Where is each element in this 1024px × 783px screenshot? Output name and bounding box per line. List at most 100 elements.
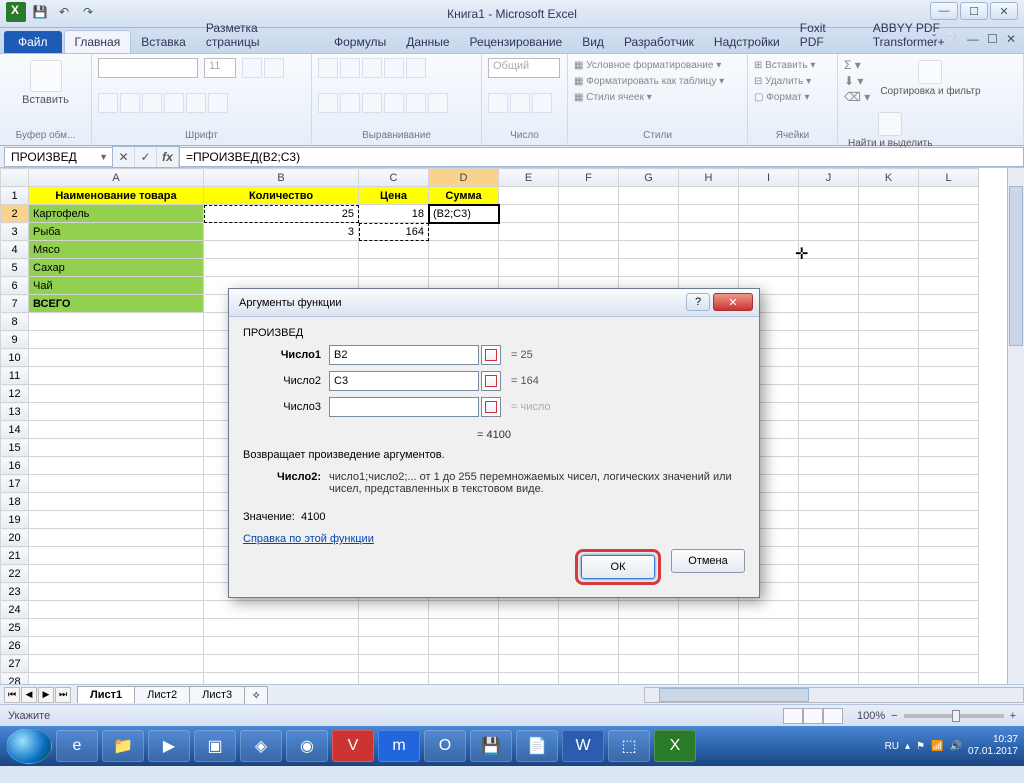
- row-header-25[interactable]: 25: [1, 619, 29, 637]
- cell-1-L[interactable]: [919, 187, 979, 205]
- align-top-icon[interactable]: [318, 58, 338, 78]
- comma-icon[interactable]: [532, 93, 552, 113]
- cell-5-I[interactable]: [739, 259, 799, 277]
- cell-24-L[interactable]: [919, 601, 979, 619]
- col-header-C[interactable]: C: [359, 169, 429, 187]
- align-mid-icon[interactable]: [340, 58, 360, 78]
- sheet-nav-next[interactable]: ▶: [38, 687, 54, 703]
- wrap-icon[interactable]: [406, 58, 426, 78]
- cell-1-C[interactable]: Цена: [359, 187, 429, 205]
- cell-3-A[interactable]: Рыба: [29, 223, 204, 241]
- cell-18-A[interactable]: [29, 493, 204, 511]
- format-cells-button[interactable]: ▢ Формат ▾: [754, 90, 831, 106]
- sheet-nav-prev[interactable]: ◀: [21, 687, 37, 703]
- cell-5-H[interactable]: [679, 259, 739, 277]
- cell-25-J[interactable]: [799, 619, 859, 637]
- cell-8-A[interactable]: [29, 313, 204, 331]
- taskbar-explorer-icon[interactable]: 📁: [102, 730, 144, 762]
- decr-font-icon[interactable]: [264, 58, 284, 78]
- indent-dec-icon[interactable]: [384, 93, 404, 113]
- tab-view[interactable]: Вид: [572, 31, 614, 53]
- cell-6-J[interactable]: [799, 277, 859, 295]
- cell-4-G[interactable]: [619, 241, 679, 259]
- cell-4-B[interactable]: [204, 241, 359, 259]
- tray-clock[interactable]: 10:37 07.01.2017: [968, 734, 1018, 758]
- cell-3-B[interactable]: 3: [204, 223, 359, 241]
- cell-26-L[interactable]: [919, 637, 979, 655]
- row-header-19[interactable]: 19: [1, 511, 29, 529]
- cancel-button[interactable]: Отмена: [671, 549, 745, 573]
- tab-developer[interactable]: Разработчик: [614, 31, 704, 53]
- cell-2-L[interactable]: [919, 205, 979, 223]
- cell-1-G[interactable]: [619, 187, 679, 205]
- cell-7-L[interactable]: [919, 295, 979, 313]
- cell-25-I[interactable]: [739, 619, 799, 637]
- cell-22-A[interactable]: [29, 565, 204, 583]
- row-header-4[interactable]: 4: [1, 241, 29, 259]
- doc-minimize-icon[interactable]: —: [967, 32, 979, 46]
- col-header-D[interactable]: D: [429, 169, 499, 187]
- cell-19-A[interactable]: [29, 511, 204, 529]
- border-icon[interactable]: [164, 93, 184, 113]
- cell-25-D[interactable]: [429, 619, 499, 637]
- row-header-20[interactable]: 20: [1, 529, 29, 547]
- horizontal-scrollbar[interactable]: [644, 687, 1024, 703]
- row-header-6[interactable]: 6: [1, 277, 29, 295]
- sheet-nav-last[interactable]: ⏭: [55, 687, 71, 703]
- cell-20-L[interactable]: [919, 529, 979, 547]
- cell-10-L[interactable]: [919, 349, 979, 367]
- cell-1-I[interactable]: [739, 187, 799, 205]
- cell-24-C[interactable]: [359, 601, 429, 619]
- cell-5-D[interactable]: [429, 259, 499, 277]
- cell-27-G[interactable]: [619, 655, 679, 673]
- cell-5-B[interactable]: [204, 259, 359, 277]
- ok-button[interactable]: ОК: [581, 555, 655, 579]
- font-size-combo[interactable]: 11: [204, 58, 236, 78]
- cell-27-J[interactable]: [799, 655, 859, 673]
- cell-2-F[interactable]: [559, 205, 619, 223]
- cell-5-E[interactable]: [499, 259, 559, 277]
- cell-9-L[interactable]: [919, 331, 979, 349]
- row-header-8[interactable]: 8: [1, 313, 29, 331]
- indent-inc-icon[interactable]: [406, 93, 426, 113]
- cell-24-F[interactable]: [559, 601, 619, 619]
- cell-4-L[interactable]: [919, 241, 979, 259]
- cell-20-A[interactable]: [29, 529, 204, 547]
- cell-25-H[interactable]: [679, 619, 739, 637]
- sheet-tab-3[interactable]: Лист3: [189, 686, 245, 703]
- cell-3-J[interactable]: [799, 223, 859, 241]
- font-name-combo[interactable]: [98, 58, 198, 78]
- autosum-icon[interactable]: Σ ▾: [844, 58, 870, 72]
- cell-19-K[interactable]: [859, 511, 919, 529]
- qat-redo-icon[interactable]: ↷: [78, 3, 98, 21]
- qat-undo-icon[interactable]: ↶: [54, 3, 74, 21]
- row-header-15[interactable]: 15: [1, 439, 29, 457]
- taskbar-ie-icon[interactable]: e: [56, 730, 98, 762]
- row-header-27[interactable]: 27: [1, 655, 29, 673]
- cell-26-E[interactable]: [499, 637, 559, 655]
- col-header-A[interactable]: A: [29, 169, 204, 187]
- cell-4-C[interactable]: [359, 241, 429, 259]
- col-header-F[interactable]: F: [559, 169, 619, 187]
- cell-6-L[interactable]: [919, 277, 979, 295]
- cell-27-F[interactable]: [559, 655, 619, 673]
- tray-action-icon[interactable]: ⚑: [916, 741, 925, 752]
- tab-data[interactable]: Данные: [396, 31, 459, 53]
- cell-15-A[interactable]: [29, 439, 204, 457]
- cell-2-H[interactable]: [679, 205, 739, 223]
- cell-26-D[interactable]: [429, 637, 499, 655]
- merge-icon[interactable]: [428, 93, 448, 113]
- format-table-button[interactable]: ▦ Форматировать как таблицу ▾: [574, 74, 741, 90]
- cell-19-J[interactable]: [799, 511, 859, 529]
- taskbar-doc-icon[interactable]: 📄: [516, 730, 558, 762]
- find-select-button[interactable]: Найти и выделить: [844, 110, 936, 151]
- arg2-input[interactable]: [329, 371, 479, 391]
- cell-11-A[interactable]: [29, 367, 204, 385]
- cell-3-L[interactable]: [919, 223, 979, 241]
- view-normal-icon[interactable]: [783, 708, 803, 724]
- cell-28-C[interactable]: [359, 673, 429, 685]
- cell-8-J[interactable]: [799, 313, 859, 331]
- col-header-E[interactable]: E: [499, 169, 559, 187]
- cell-1-J[interactable]: [799, 187, 859, 205]
- cell-16-L[interactable]: [919, 457, 979, 475]
